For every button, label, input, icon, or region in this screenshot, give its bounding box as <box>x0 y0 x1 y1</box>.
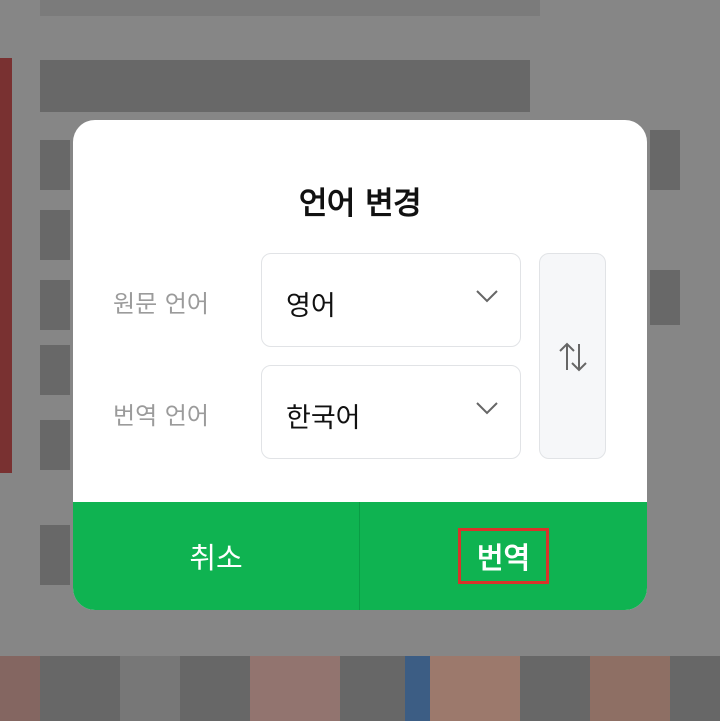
source-language-value: 영어 <box>286 291 336 322</box>
chevron-down-icon <box>476 290 498 303</box>
target-language-value: 한국어 <box>286 403 361 434</box>
cancel-button[interactable]: 취소 <box>73 502 359 610</box>
chevron-down-icon <box>476 402 498 415</box>
target-language-select[interactable]: 한국어 <box>261 365 521 459</box>
translate-button[interactable]: 번역 <box>360 502 647 610</box>
dialog-title: 언어 변경 <box>298 186 422 222</box>
source-language-select[interactable]: 영어 <box>261 253 521 347</box>
swap-languages-button[interactable] <box>539 253 606 459</box>
dialog-footer: 취소 번역 <box>73 502 647 610</box>
swap-vertical-icon <box>559 342 587 372</box>
source-language-label: 원문 언어 <box>113 290 209 318</box>
target-language-label: 번역 언어 <box>113 402 209 430</box>
translate-button-label: 번역 <box>457 528 550 584</box>
language-change-dialog: 언어 변경 원문 언어 영어 번역 언어 한국어 취소 번역 <box>73 120 647 610</box>
